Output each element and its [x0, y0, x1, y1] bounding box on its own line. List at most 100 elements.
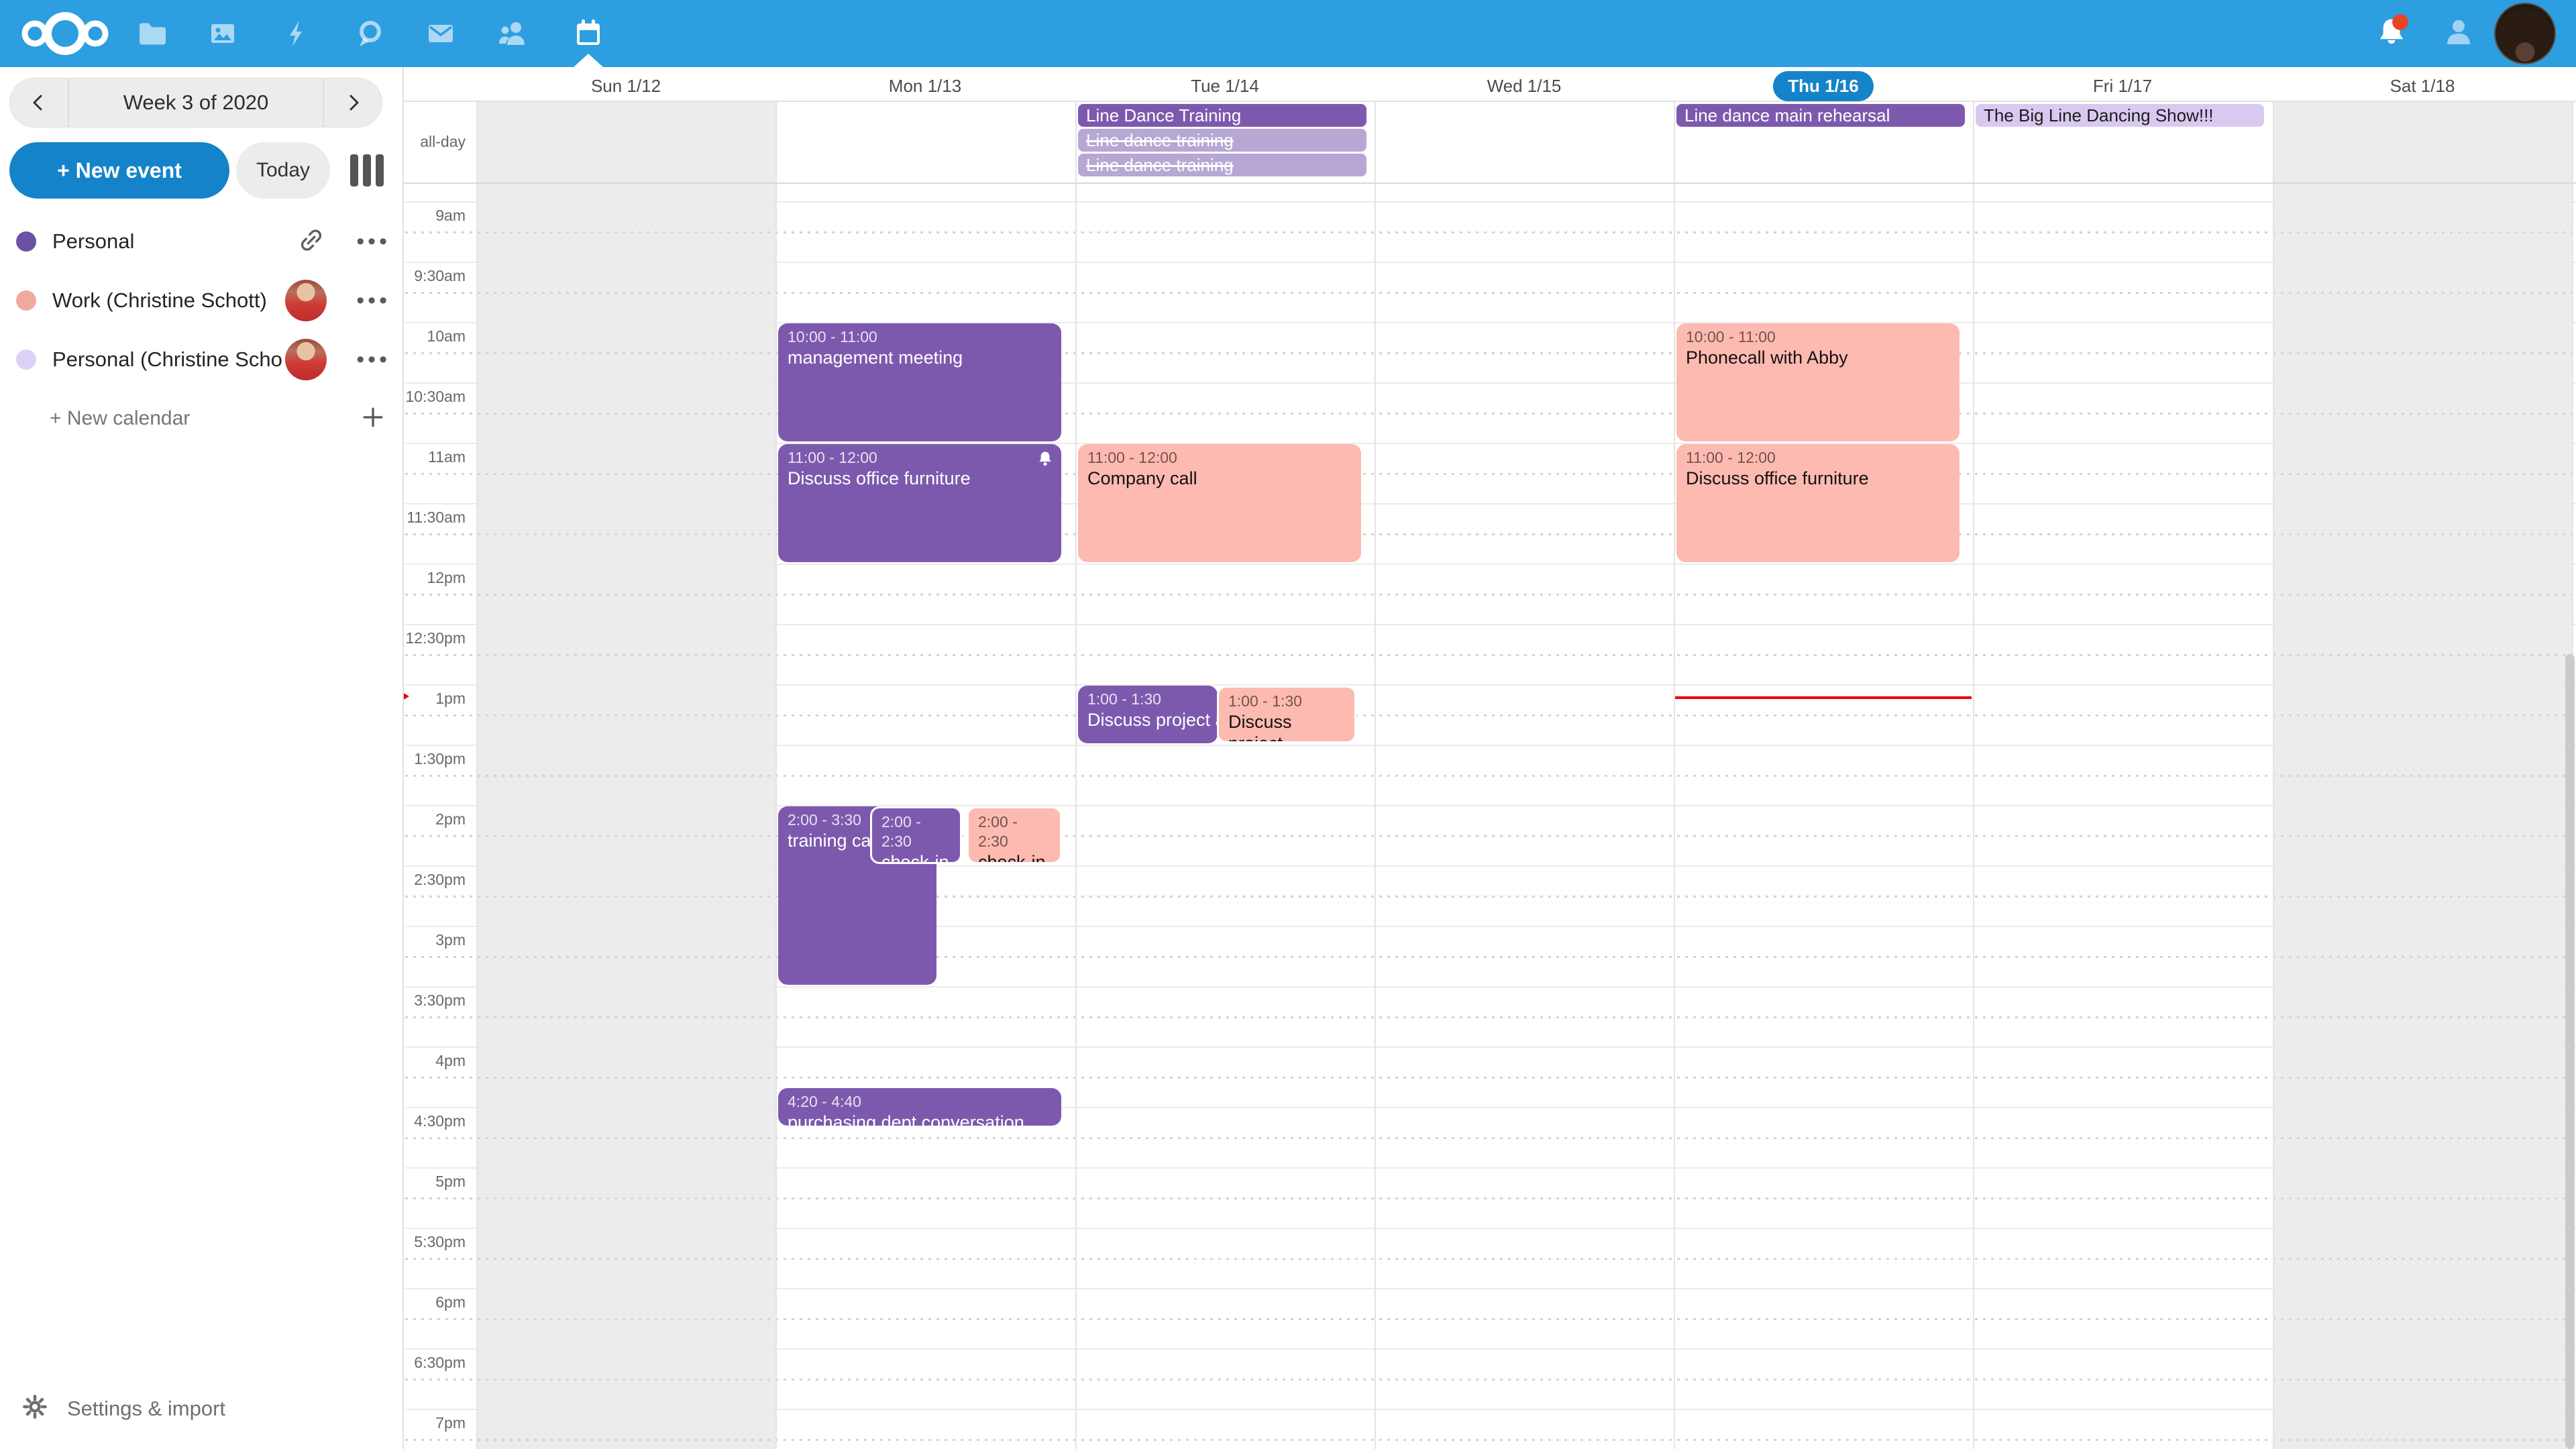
day-header[interactable]: Sun 1/12	[476, 71, 775, 101]
previous-week-button[interactable]	[10, 78, 69, 127]
event-card[interactable]: 4:20 - 4:40purchasing dept conversation	[778, 1088, 1061, 1126]
contacts-app-icon[interactable]	[497, 17, 529, 50]
grid-quarter-line	[405, 1318, 2576, 1320]
grid-quarter-line	[405, 413, 2576, 415]
grid-quarter-line	[405, 533, 2576, 535]
event-card[interactable]: 2:00 - 2:30check-in	[967, 806, 1062, 864]
time-label: 4:30pm	[404, 1112, 466, 1130]
event-card[interactable]: 11:00 - 12:00Discuss office furniture	[778, 444, 1061, 562]
share-link-icon[interactable]	[296, 225, 327, 259]
calendar-item-actions	[296, 225, 390, 259]
new-calendar-row[interactable]: + New calendar	[0, 392, 404, 445]
grid-hour-line	[405, 1107, 2576, 1108]
mail-app-icon[interactable]	[425, 17, 457, 50]
grid-hour-line	[405, 1409, 2576, 1410]
calendar-more-menu-icon[interactable]	[356, 348, 390, 371]
event-title: Discuss office furniture	[788, 468, 1052, 489]
event-card[interactable]: 10:00 - 11:00management meeting	[778, 323, 1061, 441]
event-time: 1:00 - 1:30	[1228, 692, 1345, 711]
grid-hour-line	[405, 564, 2576, 565]
next-week-button[interactable]	[323, 78, 382, 127]
day-header[interactable]: Fri 1/17	[1973, 71, 2272, 101]
event-time: 10:00 - 11:00	[788, 327, 1052, 347]
all-day-event[interactable]: Line Dance Training	[1078, 104, 1366, 127]
time-label: 7pm	[404, 1414, 466, 1432]
time-label: 11:30am	[404, 508, 466, 527]
event-card[interactable]: 2:00 - 2:30check-in	[870, 806, 962, 864]
plus-icon[interactable]	[358, 402, 388, 435]
event-title: check-in	[881, 851, 951, 865]
grid-hour-line	[405, 1167, 2576, 1169]
contacts-menu-icon[interactable]	[2441, 15, 2476, 50]
day-header[interactable]: Wed 1/15	[1375, 71, 1674, 101]
new-calendar-label[interactable]: + New calendar	[50, 407, 358, 430]
event-time: 2:00 - 2:30	[978, 812, 1051, 851]
all-day-event[interactable]: Line dance main rehearsal	[1676, 104, 1965, 127]
calendar-list-item[interactable]: Personal	[0, 212, 404, 271]
calendar-list-item[interactable]: Work (Christine Schott)	[0, 271, 404, 330]
grid-hour-line	[405, 503, 2576, 504]
grid-day-line	[2273, 67, 2274, 1449]
event-card[interactable]: 11:00 - 12:00Company call	[1078, 444, 1361, 562]
nextcloud-logo[interactable]	[15, 9, 115, 61]
grid-hour-line	[405, 443, 2576, 444]
calendar-item-actions	[285, 339, 390, 380]
view-bar	[350, 154, 358, 186]
settings-import[interactable]: Settings & import	[20, 1392, 225, 1425]
files-app-icon[interactable]	[136, 17, 168, 50]
time-label: 11am	[404, 448, 466, 466]
week-label[interactable]: Week 3 of 2020	[69, 91, 323, 115]
user-avatar[interactable]	[2494, 3, 2556, 64]
grid-hour-line	[405, 805, 2576, 806]
today-button[interactable]: Today	[236, 142, 330, 199]
time-label: 5:30pm	[404, 1233, 466, 1251]
grid-quarter-line	[405, 1258, 2576, 1260]
event-card[interactable]: 10:00 - 11:00Phonecall with Abby	[1676, 323, 1960, 441]
day-header[interactable]: Sat 1/18	[2273, 71, 2572, 101]
grid-hour-line	[405, 201, 2576, 203]
alarm-bell-icon	[1036, 449, 1055, 472]
grid-quarter-line	[405, 594, 2576, 596]
vertical-scrollbar[interactable]	[2565, 654, 2575, 1449]
settings-import-label[interactable]: Settings & import	[67, 1397, 225, 1421]
all-day-event[interactable]: The Big Line Dancing Show!!!	[1976, 104, 2264, 127]
week-navigation: Week 3 of 2020	[9, 78, 382, 127]
event-card[interactable]: 11:00 - 12:00Discuss office furniture	[1676, 444, 1960, 562]
grid-hour-line	[405, 865, 2576, 867]
day-header[interactable]: Tue 1/14	[1075, 71, 1375, 101]
today-pill: Thu 1/16	[1773, 71, 1873, 101]
calendar-more-menu-icon[interactable]	[356, 289, 390, 312]
time-label: 12pm	[404, 569, 466, 587]
grid-quarter-line	[405, 473, 2576, 475]
all-day-event[interactable]: Line dance training	[1078, 154, 1366, 176]
calendar-item-actions	[285, 280, 390, 321]
event-title: Discuss project announcement	[1087, 709, 1208, 731]
all-day-event[interactable]: Line dance training	[1078, 129, 1366, 152]
calendar-more-menu-icon[interactable]	[356, 230, 390, 253]
talk-app-icon[interactable]	[354, 17, 386, 50]
calendar-list-item[interactable]: Personal (Christine Scho…	[0, 330, 404, 389]
grid-hour-line	[405, 1228, 2576, 1229]
notifications-bell-icon[interactable]	[2373, 13, 2410, 51]
event-time: 2:00 - 2:30	[881, 812, 951, 851]
calendar-color-dot	[16, 290, 36, 311]
shared-by-avatar	[285, 339, 327, 380]
event-card[interactable]: 1:00 - 1:30Discuss project announcement	[1217, 686, 1356, 743]
time-label: 3:30pm	[404, 991, 466, 1010]
time-label: 5pm	[404, 1173, 466, 1191]
calendar-color-dot	[16, 231, 36, 252]
calendar-app-icon[interactable]	[572, 17, 604, 50]
activity-app-icon[interactable]	[281, 17, 313, 50]
view-toggle-columns-icon[interactable]	[350, 154, 384, 186]
grid-quarter-line	[405, 1197, 2576, 1199]
event-time: 1:00 - 1:30	[1087, 690, 1208, 709]
grid-hour-line	[405, 624, 2576, 625]
event-card[interactable]: 1:00 - 1:30Discuss project announcement	[1078, 686, 1218, 743]
day-header[interactable]: Mon 1/13	[775, 71, 1075, 101]
time-label: 6:30pm	[404, 1354, 466, 1372]
event-time: 10:00 - 11:00	[1686, 327, 1950, 347]
day-header[interactable]: Thu 1/16	[1674, 71, 1973, 101]
new-event-button[interactable]: + New event	[9, 142, 229, 199]
photos-app-icon[interactable]	[207, 17, 239, 50]
grid-hour-line	[405, 1288, 2576, 1289]
